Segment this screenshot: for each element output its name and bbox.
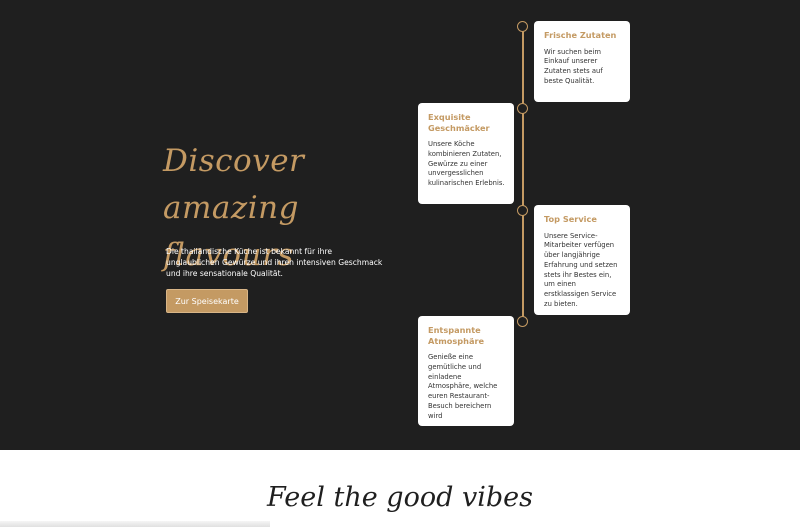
timeline-card-fresh-ingredients: Frische Zutaten Wir suchen beim Einkauf … [534,21,630,102]
card-text: Unsere Köche kombinieren Zutaten, Gewürz… [428,140,505,188]
hero-section: Discover amazing flavours Die thailändis… [0,0,800,450]
card-title: Frische Zutaten [544,30,617,40]
timeline-dot [517,103,528,114]
card-text: Wir suchen beim Einkauf unserer Zutaten … [544,47,603,85]
timeline-dot [517,205,528,216]
card-text: Genieße eine gemütliche und einladene At… [428,353,498,420]
timeline-dot [517,316,528,327]
card-title: Entspannte Atmosphäre [428,325,485,346]
card-text: Unsere Service-Mitarbeiter verfügen über… [544,231,618,309]
timeline-dot [517,21,528,32]
timeline-card-top-service: Top Service Unsere Service-Mitarbeiter v… [534,205,630,315]
hero-description: Die thailändische Küche ist bekannt für … [166,247,383,278]
section-title: Feel the good vibes [267,482,533,513]
timeline-card-relaxed-atmosphere: Entspannte Atmosphäre Genieße eine gemüt… [418,316,514,426]
bottom-shadow [0,521,270,527]
timeline-line [522,26,524,326]
card-title: Exquisite Geschmäcker [428,112,490,133]
card-title: Top Service [544,214,597,224]
timeline-card-exquisite-flavours: Exquisite Geschmäcker Unsere Köche kombi… [418,103,514,204]
menu-button[interactable]: Zur Speisekarte [166,289,248,313]
